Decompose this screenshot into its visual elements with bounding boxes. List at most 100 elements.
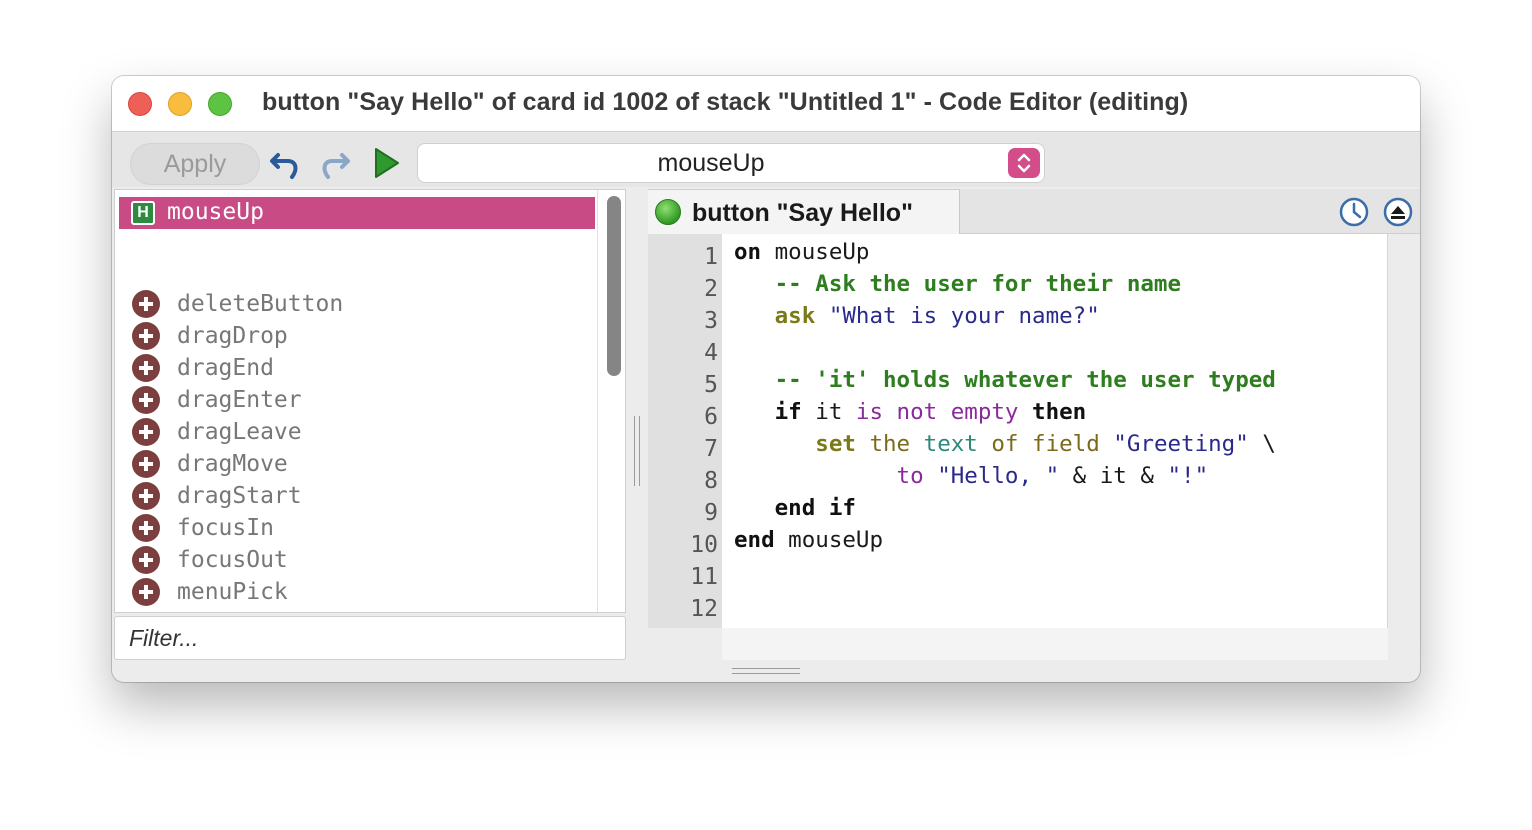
undo-icon[interactable] [268, 145, 304, 181]
message-item-label: dragLeave [177, 419, 302, 445]
code-line: to "Hello, " & it & "!" [734, 463, 1209, 489]
handler-list: H mouseUp deleteButton dragDrop dragEnd … [115, 190, 597, 612]
close-window-button[interactable] [128, 92, 152, 116]
handler-list-scrollbar[interactable] [597, 190, 625, 612]
message-item-label: focusOut [177, 547, 288, 573]
message-item[interactable]: dragStart [119, 481, 595, 513]
line-number: 4 [704, 340, 718, 366]
code-line: on mouseUp [734, 239, 869, 265]
message-item[interactable]: dragMove [119, 449, 595, 481]
code-identifier: it [801, 399, 843, 425]
line-number: 11 [690, 564, 718, 590]
handler-select-value: mouseUp [657, 149, 765, 177]
handler-item-label: mouseUp [167, 199, 264, 225]
code-continuation: \ [1248, 431, 1276, 457]
redo-icon[interactable] [316, 145, 352, 181]
add-handler-icon[interactable] [132, 354, 160, 382]
code-line: set the text of field "Greeting" \ [734, 431, 1276, 457]
code-handler-name: mouseUp [774, 527, 884, 553]
add-handler-icon[interactable] [132, 578, 160, 606]
code-constant: empty [937, 399, 1019, 425]
line-number: 9 [704, 500, 718, 526]
clock-icon[interactable] [1338, 196, 1370, 228]
toolbar: Apply mouseUp [112, 133, 1420, 187]
line-number: 2 [704, 276, 718, 302]
line-number: 6 [704, 404, 718, 430]
code-line: end mouseUp [734, 527, 883, 553]
code-property: text [910, 431, 978, 457]
tab-label: button "Say Hello" [692, 199, 913, 227]
filter-input[interactable]: Filter... [114, 616, 626, 660]
message-item[interactable]: menuPick [119, 577, 595, 609]
code-command: set [734, 431, 856, 457]
pane-splitter-handle[interactable] [632, 416, 642, 486]
message-item[interactable]: dragDrop [119, 321, 595, 353]
status-dot-icon [655, 199, 681, 225]
handler-icon: H [131, 201, 155, 225]
add-handler-icon[interactable] [132, 482, 160, 510]
line-number: 3 [704, 308, 718, 334]
handler-select[interactable]: mouseUp [417, 143, 1045, 183]
add-handler-icon[interactable] [132, 546, 160, 574]
code-editor-window: button "Say Hello" of card id 1002 of st… [112, 76, 1420, 682]
resize-grip-handle[interactable] [732, 666, 800, 678]
message-item-label: dragEnd [177, 355, 274, 381]
add-handler-icon[interactable] [132, 514, 160, 542]
line-number: 10 [690, 532, 718, 558]
minimize-window-button[interactable] [168, 92, 192, 116]
tab-script-object[interactable]: button "Say Hello" [648, 189, 960, 234]
message-item-label: dragStart [177, 483, 302, 509]
zoom-window-button[interactable] [208, 92, 232, 116]
code-keyword: end if [734, 495, 856, 521]
script-editor[interactable]: on mouseUp -- Ask the user for their nam… [722, 234, 1388, 628]
code-keyword: of [977, 431, 1019, 457]
code-command: ask [734, 303, 816, 329]
message-item[interactable]: focusOut [119, 545, 595, 577]
scrollbar-thumb[interactable] [607, 196, 621, 376]
eject-icon[interactable] [1382, 196, 1414, 228]
code-string: "Greeting" [1099, 431, 1249, 457]
chevron-up-down-icon[interactable] [1008, 148, 1040, 178]
message-item[interactable]: dragEnd [119, 353, 595, 385]
code-line: if it is not empty then [734, 399, 1087, 425]
handler-item-mouseup[interactable]: H mouseUp [119, 197, 595, 229]
line-number: 12 [690, 596, 718, 622]
code-object-type: field [1018, 431, 1100, 457]
message-item-label: dragMove [177, 451, 288, 477]
line-number: 7 [704, 436, 718, 462]
window-title: button "Say Hello" of card id 1002 of st… [262, 88, 1189, 116]
code-line: ask "What is your name?" [734, 303, 1100, 329]
code-string: "What is your name?" [815, 303, 1100, 329]
line-number: 1 [704, 244, 718, 270]
message-item[interactable]: focusIn [119, 513, 595, 545]
code-keyword: to [734, 463, 924, 489]
message-item[interactable]: dragEnter [119, 385, 595, 417]
add-handler-icon[interactable] [132, 386, 160, 414]
editor-tab-bar: button "Say Hello" [648, 189, 1420, 234]
code-comment: -- 'it' holds whatever the user typed [734, 367, 1276, 393]
code-string: "Hello, " [923, 463, 1060, 489]
add-handler-icon[interactable] [132, 418, 160, 446]
code-keyword: then [1018, 399, 1087, 425]
handler-list-pane: H mouseUp deleteButton dragDrop dragEnd … [114, 189, 626, 613]
add-handler-icon[interactable] [132, 290, 160, 318]
message-item-label: deleteButton [177, 291, 344, 317]
horizontal-scroll-area[interactable] [722, 628, 1388, 660]
apply-button[interactable]: Apply [130, 143, 260, 185]
code-keyword: on [734, 239, 762, 265]
code-handler-name: mouseUp [761, 239, 870, 265]
message-item[interactable]: deleteButton [119, 289, 595, 321]
code-keyword: end [734, 527, 775, 553]
add-handler-icon[interactable] [132, 450, 160, 478]
message-item-label: dragDrop [177, 323, 288, 349]
code-operator: is not [842, 399, 938, 425]
message-item-label: menuPick [177, 579, 288, 605]
message-item[interactable]: dragLeave [119, 417, 595, 449]
message-item-label: dragEnter [177, 387, 302, 413]
add-handler-icon[interactable] [132, 322, 160, 350]
line-number: 8 [704, 468, 718, 494]
code-comment: -- Ask the user for their name [734, 271, 1182, 297]
line-number-gutter: 1 2 3 4 5 6 7 8 9 10 11 12 [648, 234, 722, 628]
run-icon[interactable] [368, 145, 404, 181]
editor-side-strip [1388, 234, 1420, 660]
